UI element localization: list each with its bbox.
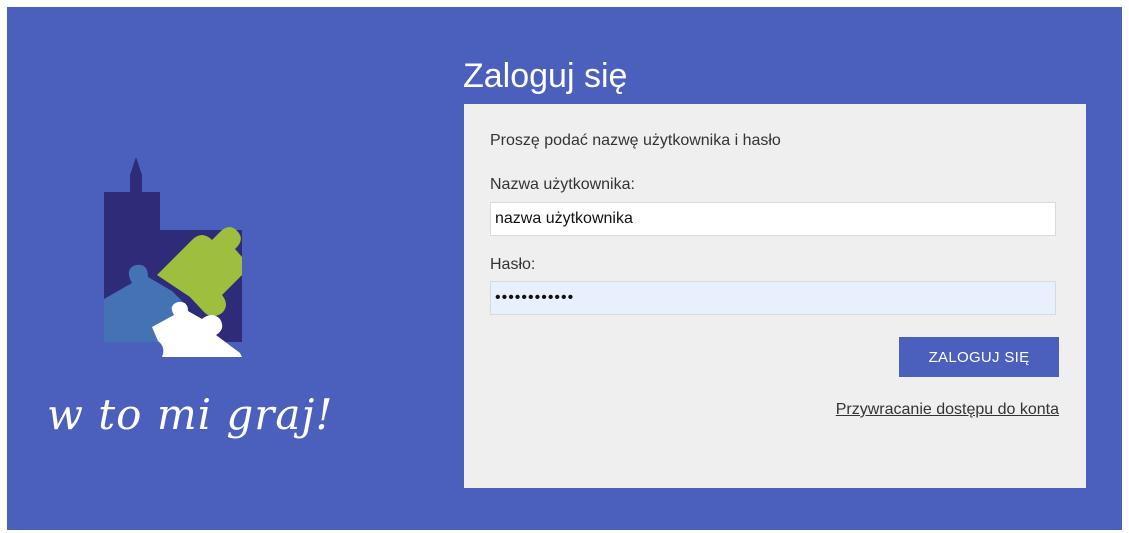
login-button[interactable]: ZALOGUJ SIĘ [899, 337, 1059, 377]
page-background: w to mi graj! Zaloguj się Proszę podać n… [7, 7, 1122, 530]
login-instructions: Proszę podać nazwę użytkownika i hasło [490, 132, 781, 149]
password-label: Hasło: [490, 256, 536, 273]
username-label: Nazwa użytkownika: [490, 176, 635, 193]
login-panel: Proszę podać nazwę użytkownika i hasło N… [464, 104, 1086, 488]
page-title: Zaloguj się [463, 57, 628, 95]
brand-tagline: w to mi graj! [47, 390, 334, 439]
username-input[interactable] [490, 202, 1056, 236]
recover-account-link[interactable]: Przywracanie dostępu do konta [836, 401, 1059, 419]
password-input[interactable] [490, 281, 1056, 315]
puzzle-tower-icon [104, 157, 242, 357]
